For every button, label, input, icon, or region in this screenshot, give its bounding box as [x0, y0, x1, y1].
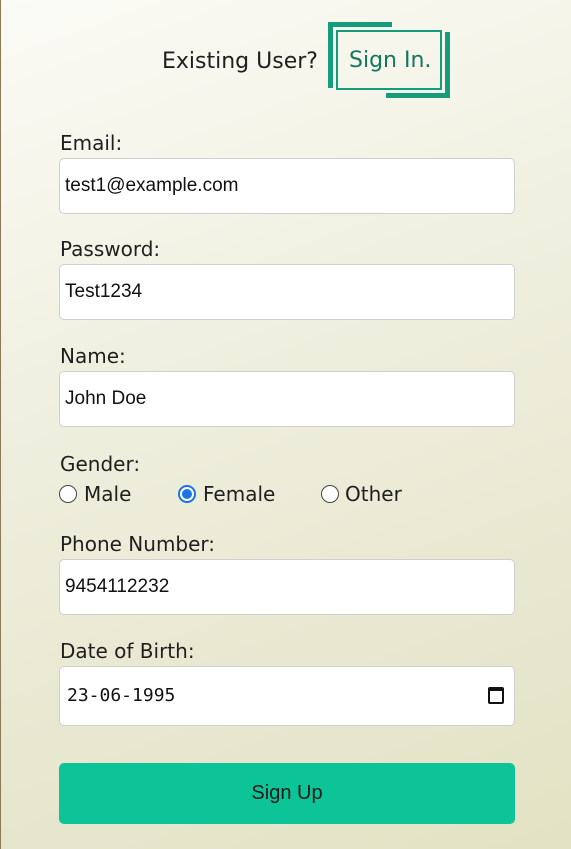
- gender-label-male[interactable]: Male: [84, 482, 131, 506]
- gender-label-female[interactable]: Female: [203, 482, 275, 506]
- phone-label: Phone Number:: [60, 532, 216, 556]
- gender-radio-other[interactable]: [321, 485, 339, 503]
- existing-user-header: Existing User? Sign In.: [1, 22, 571, 100]
- gender-label-other[interactable]: Other: [345, 482, 402, 506]
- password-field[interactable]: [59, 264, 515, 320]
- gender-radio-male[interactable]: [59, 485, 77, 503]
- dob-value: 23-06-1995: [67, 685, 176, 706]
- email-label: Email:: [60, 131, 123, 155]
- gender-radio-female[interactable]: [178, 485, 196, 503]
- signin-frame: Sign In.: [328, 22, 450, 98]
- signin-link[interactable]: Sign In.: [349, 48, 431, 73]
- name-label: Name:: [60, 344, 126, 368]
- name-field[interactable]: [59, 371, 515, 427]
- dob-field[interactable]: 23-06-1995: [59, 666, 515, 726]
- existing-user-text: Existing User?: [162, 49, 318, 74]
- calendar-icon[interactable]: [488, 687, 504, 704]
- signup-button[interactable]: Sign Up: [59, 763, 515, 824]
- dob-label: Date of Birth:: [60, 639, 195, 663]
- gender-label: Gender:: [60, 452, 141, 476]
- email-field[interactable]: [59, 158, 515, 214]
- phone-field[interactable]: [59, 559, 515, 615]
- password-label: Password:: [60, 237, 161, 261]
